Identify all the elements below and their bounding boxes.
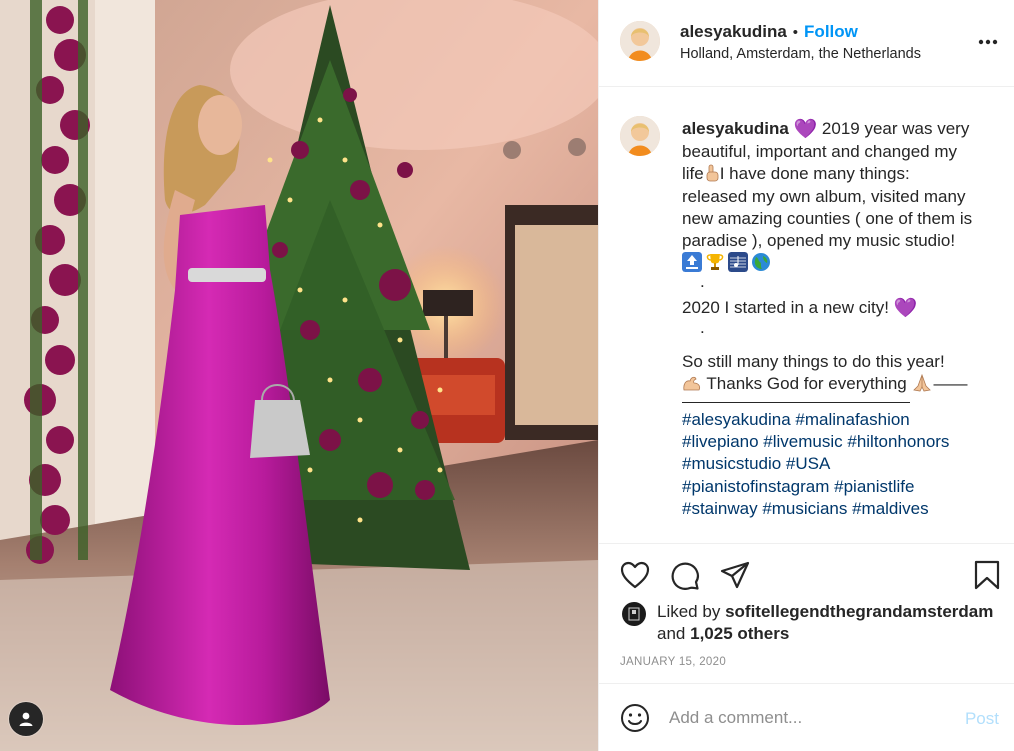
liked-by-user[interactable]: sofitellegendthegrandamsterdam <box>725 602 993 621</box>
caption-section: alesyakudina 💜 2019 year was very beauti… <box>599 88 1014 542</box>
caption-text-line: 2020 I started in a new city! <box>682 298 889 318</box>
caption-line: alesyakudina 💜 2019 year was very <box>682 118 1000 141</box>
musical-score-icon <box>728 252 748 273</box>
comment-input[interactable] <box>669 706 939 730</box>
caption-text: alesyakudina 💜 2019 year was very beauti… <box>682 118 1000 520</box>
post-details-panel: alesyakudina • Follow Holland, Amsterdam… <box>598 0 1014 751</box>
follow-button[interactable]: Follow <box>804 22 858 42</box>
post-button[interactable]: Post <box>965 709 999 729</box>
profile-tag-button[interactable] <box>9 702 43 736</box>
liked-by: Liked by sofitellegendthegrandamsterdam … <box>622 601 993 645</box>
caption-emoji-line <box>682 252 1000 275</box>
caption-line <box>682 395 1000 409</box>
post-photo[interactable] <box>0 0 598 751</box>
share-icon <box>720 561 750 589</box>
heart-icon <box>620 561 650 589</box>
post-header: alesyakudina • Follow Holland, Amsterdam… <box>599 0 1014 87</box>
caption-username[interactable]: alesyakudina <box>682 119 789 138</box>
post-image <box>0 0 598 751</box>
pointing-hand-icon <box>706 165 719 182</box>
caption-text-line: released my own album, visited many <box>682 186 966 206</box>
save-button[interactable] <box>971 559 1003 591</box>
sofitel-logo-icon <box>628 607 640 621</box>
caption-text-line: paradise ), opened my music studio! <box>682 231 956 251</box>
liker-avatar[interactable] <box>622 602 646 626</box>
hashtag-line[interactable]: #pianistofinstagram #pianistlife <box>682 476 1000 498</box>
location-link[interactable]: Holland, Amsterdam, the Netherlands <box>680 46 921 62</box>
caption-dash: —— <box>933 373 968 393</box>
comment-bar: Post <box>599 683 1014 751</box>
separator-dot: • <box>792 24 799 41</box>
liked-by-and: and <box>657 624 686 643</box>
flexed-biceps-icon <box>683 376 701 391</box>
like-button[interactable] <box>619 559 651 591</box>
trophy-icon <box>706 254 724 271</box>
caption-line: 2020 I started in a new city! 💜 <box>682 297 1000 320</box>
likes-text: Liked by sofitellegendthegrandamsterdam … <box>657 601 993 645</box>
caption-dot: . <box>700 272 705 292</box>
folded-hands-icon <box>913 373 932 392</box>
caption-line: life I have done many things: <box>682 163 1000 185</box>
bookmark-icon <box>974 560 1000 590</box>
share-button[interactable] <box>719 559 751 591</box>
comment-icon <box>671 562 699 590</box>
caption-line: Thanks God for everything —— <box>682 373 1000 395</box>
user-profile-icon <box>19 712 33 726</box>
avatar[interactable] <box>620 21 660 61</box>
hashtag-line[interactable]: #livepiano #livemusic #hiltonhonors <box>682 431 1000 453</box>
caption-text-line: life <box>682 164 704 184</box>
caption-text-line: beautiful, important and changed my <box>682 142 958 162</box>
hashtag-line[interactable]: #alesyakudina #malinafashion <box>682 409 1000 431</box>
caption-text-line: new amazing counties ( one of them is <box>682 208 973 228</box>
purple-heart-icon: 💜 <box>793 119 818 140</box>
more-options-button[interactable] <box>977 32 999 52</box>
hashtag-line[interactable]: #musicstudio #USA <box>682 453 1000 475</box>
top-icon <box>682 252 702 273</box>
post-date[interactable]: JANUARY 15, 2020 <box>620 656 726 668</box>
likes-count[interactable]: 1,025 others <box>690 624 789 643</box>
post-actions: Liked by sofitellegendthegrandamsterdam … <box>599 543 1014 683</box>
hashtag-line[interactable]: #stainway #musicians #maldives <box>682 498 1000 520</box>
header-username[interactable]: alesyakudina <box>680 22 787 42</box>
caption-avatar[interactable] <box>620 116 660 156</box>
emoji-icon <box>621 704 649 732</box>
caption-text-line: Thanks God for everything <box>706 373 907 393</box>
caption-text-line: I have done many things: <box>719 164 910 184</box>
caption-dot: . <box>700 317 705 337</box>
emoji-button[interactable] <box>620 703 650 733</box>
liked-by-prefix: Liked by <box>657 602 721 621</box>
header-user-line: alesyakudina • Follow <box>680 22 858 42</box>
comment-button[interactable] <box>669 559 701 591</box>
caption-text-line: So still many things to do this year! <box>682 351 945 371</box>
purple-heart-icon: 💜 <box>893 298 918 320</box>
caption-text-line: 2019 year was very <box>821 119 970 138</box>
globe-icon <box>752 253 770 272</box>
more-options-icon <box>978 39 998 45</box>
caption-divider <box>682 402 910 404</box>
